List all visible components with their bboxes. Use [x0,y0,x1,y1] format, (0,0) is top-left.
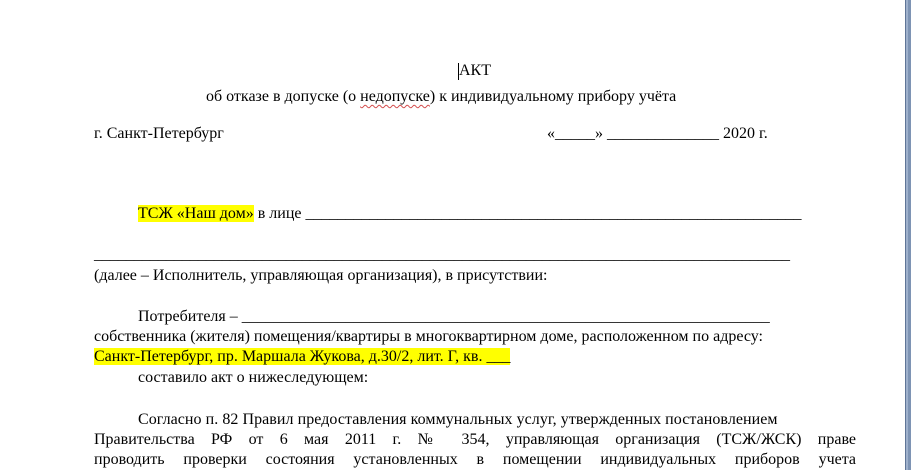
subtitle-end: ) к индивидуальному прибору учёта [429,88,677,105]
paragraph-line-1: Согласно п. 82 Правил предоставления ком… [138,411,778,428]
spellcheck-flagged-word[interactable]: недопуске [360,88,430,105]
executor-note: (далее – Исполнитель, управляющая органи… [94,267,548,284]
org-line: ТСЖ «Наш дом» в лице ___________________… [138,204,801,224]
address-line: Санкт-Петербург, пр. Маршала Жукова, д.3… [94,347,511,367]
paragraph-line-3: проводить проверки состояния установленн… [94,450,856,470]
blank-line: ________________________________________… [94,246,790,263]
in-person-of: в лице _________________________________… [253,205,802,222]
paragraph-line-2: Правительства РФ от 6 мая 2011 г. № 354,… [94,430,856,450]
address-highlighted: Санкт-Петербург, пр. Маршала Жукова, д.3… [94,348,511,365]
document-page[interactable]: АКТ об отказе в допуске (о недопуске) к … [0,0,906,470]
subtitle-start: об отказе в допуске (о [206,88,361,105]
doc-title: АКТ [459,62,491,79]
city-label: г. Санкт-Петербург [94,125,224,142]
date-line: «_____» ______________ 2020 г. [547,125,768,142]
org-name-highlighted: ТСЖ «Наш дом» [138,205,254,222]
drew-up-line: составило акт о нижеследующем: [138,369,369,386]
paragraph-line-2-text: Правительства РФ от 6 мая 2011 г. № 354,… [94,431,856,448]
consumer-line: Потребителя – __________________________… [138,308,770,325]
owner-line: собственника (жителя) помещения/квартиры… [94,328,763,345]
doc-subtitle: об отказе в допуске (о недопуске) к инди… [206,87,676,107]
paragraph-line-3-text: проводить проверки состояния установленн… [94,451,856,468]
